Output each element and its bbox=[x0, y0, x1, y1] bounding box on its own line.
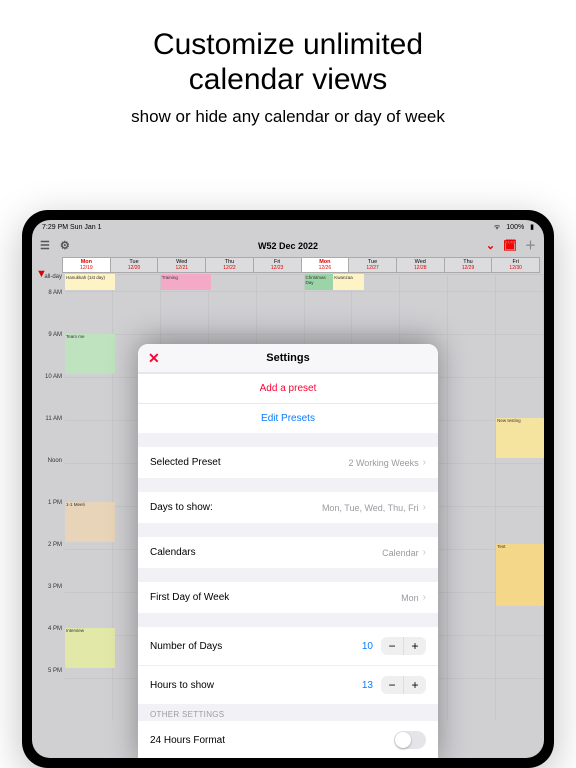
day-column[interactable]: Mon12/26 bbox=[302, 257, 350, 273]
chevron-right-icon: › bbox=[423, 457, 426, 468]
num-days-value: 10 bbox=[362, 641, 373, 652]
minus-icon[interactable]: − bbox=[381, 676, 404, 694]
time-label: 1 PM bbox=[32, 500, 62, 542]
battery-icon: ▮ bbox=[530, 224, 534, 231]
hero-subtitle: show or hide any calendar or day of week bbox=[20, 107, 556, 127]
time-label: Noon bbox=[32, 458, 62, 500]
chevron-right-icon: › bbox=[423, 547, 426, 558]
day-column[interactable]: Tue12/27 bbox=[349, 257, 397, 273]
edit-presets-button[interactable]: Edit Presets bbox=[138, 403, 438, 433]
minus-icon[interactable]: − bbox=[381, 637, 404, 655]
row-selected-preset[interactable]: Selected Preset 2 Working Weeks› bbox=[138, 447, 438, 478]
day-column[interactable]: Wed12/28 bbox=[397, 257, 445, 273]
row-24-hours: 24 Hours Format bbox=[138, 721, 438, 758]
event-test[interactable]: Test bbox=[496, 544, 544, 606]
plus-icon[interactable]: ＋ bbox=[525, 235, 536, 257]
settings-modal: ✕ Settings Add a preset Edit Presets Sel… bbox=[138, 344, 438, 758]
event-team[interactable]: Team me bbox=[65, 334, 115, 374]
row-number-of-days: Number of Days 10 −+ bbox=[138, 627, 438, 665]
hours-value: 13 bbox=[362, 680, 373, 691]
time-label: all-day bbox=[32, 274, 62, 290]
hero-title-2: calendar views bbox=[189, 63, 387, 96]
time-label: 5 PM bbox=[32, 668, 62, 710]
time-label: 3 PM bbox=[32, 584, 62, 626]
other-settings-header: OTHER SETTINGS bbox=[138, 704, 438, 721]
day-column[interactable]: Thu12/29 bbox=[445, 257, 493, 273]
settings-header: ✕ Settings bbox=[138, 344, 438, 373]
event-hanukkah[interactable]: Hanukkah (1st day) bbox=[65, 274, 115, 290]
settings-title: Settings bbox=[266, 352, 309, 364]
day-column[interactable]: Fri12/23 bbox=[254, 257, 302, 273]
time-label: 4 PM bbox=[32, 626, 62, 668]
event-interview[interactable]: Interview bbox=[65, 628, 115, 668]
time-column: all-day8 AM9 AM10 AM11 AMNoon1 PM2 PM3 P… bbox=[32, 274, 65, 744]
day-header: Mon12/19Tue12/20Wed12/21Thu12/22Fri12/23… bbox=[62, 257, 540, 273]
day-column[interactable]: Mon12/19 bbox=[62, 257, 111, 273]
event-newtesting[interactable]: New testing bbox=[496, 418, 544, 458]
close-icon[interactable]: ✕ bbox=[148, 351, 160, 365]
chevron-right-icon: › bbox=[423, 592, 426, 603]
list-icon[interactable]: ☰ bbox=[40, 235, 50, 257]
time-label: 8 AM bbox=[32, 290, 62, 332]
chevron-right-icon: › bbox=[423, 502, 426, 513]
time-label: 2 PM bbox=[32, 542, 62, 584]
event-training[interactable]: Training bbox=[161, 274, 211, 290]
page-title: W52 Dec 2022 bbox=[258, 241, 318, 251]
status-bar: 7:29 PM Sun Jan 1 ᯤ 100% ▮ bbox=[32, 220, 544, 235]
time-label: 10 AM bbox=[32, 374, 62, 416]
num-days-stepper[interactable]: −+ bbox=[381, 637, 426, 655]
row-hours-to-show: Hours to show 13 −+ bbox=[138, 665, 438, 704]
hero-title-1: Customize unlimited bbox=[153, 28, 423, 61]
screen: 7:29 PM Sun Jan 1 ᯤ 100% ▮ ☰ ⚙ W52 Dec 2… bbox=[32, 220, 544, 758]
row-first-day[interactable]: First Day of Week Mon› bbox=[138, 582, 438, 613]
row-days-to-show[interactable]: Days to show: Mon, Tue, Wed, Thu, Fri› bbox=[138, 492, 438, 523]
plus-icon[interactable]: + bbox=[404, 676, 426, 694]
calendar-add-icon[interactable]: 🗓 bbox=[503, 235, 517, 257]
plus-icon[interactable]: + bbox=[404, 637, 426, 655]
wifi-icon: ᯤ bbox=[494, 224, 500, 231]
event-kwanzaa[interactable]: Kwanzaa bbox=[333, 274, 364, 290]
add-preset-button[interactable]: Add a preset bbox=[138, 373, 438, 403]
gear-icon[interactable]: ⚙ bbox=[60, 235, 70, 257]
status-right: ᯤ 100% ▮ bbox=[490, 223, 534, 232]
day-column[interactable]: Tue12/20 bbox=[111, 257, 159, 273]
time-label: 9 AM bbox=[32, 332, 62, 374]
title-bar: ☰ ⚙ W52 Dec 2022 ⌄ 🗓 ＋ bbox=[32, 235, 544, 257]
hours-stepper[interactable]: −+ bbox=[381, 676, 426, 694]
battery-percent: 100% bbox=[506, 224, 524, 231]
chevron-down-icon[interactable]: ⌄ bbox=[486, 235, 495, 257]
row-calendars[interactable]: Calendars Calendar› bbox=[138, 537, 438, 568]
grid-row bbox=[65, 291, 544, 334]
day-column[interactable]: Fri12/30 bbox=[492, 257, 540, 273]
event-christmas[interactable]: Christmas Day bbox=[305, 274, 336, 290]
time-label: 11 AM bbox=[32, 416, 62, 458]
event-oneone[interactable]: 1-1 Meeti bbox=[65, 502, 115, 542]
day-column[interactable]: Wed12/21 bbox=[158, 257, 206, 273]
day-column[interactable]: Thu12/22 bbox=[206, 257, 254, 273]
tablet-frame: 7:29 PM Sun Jan 1 ᯤ 100% ▮ ☰ ⚙ W52 Dec 2… bbox=[22, 210, 554, 768]
status-time: 7:29 PM Sun Jan 1 bbox=[42, 224, 102, 231]
toggle-24-hours[interactable] bbox=[394, 731, 426, 749]
